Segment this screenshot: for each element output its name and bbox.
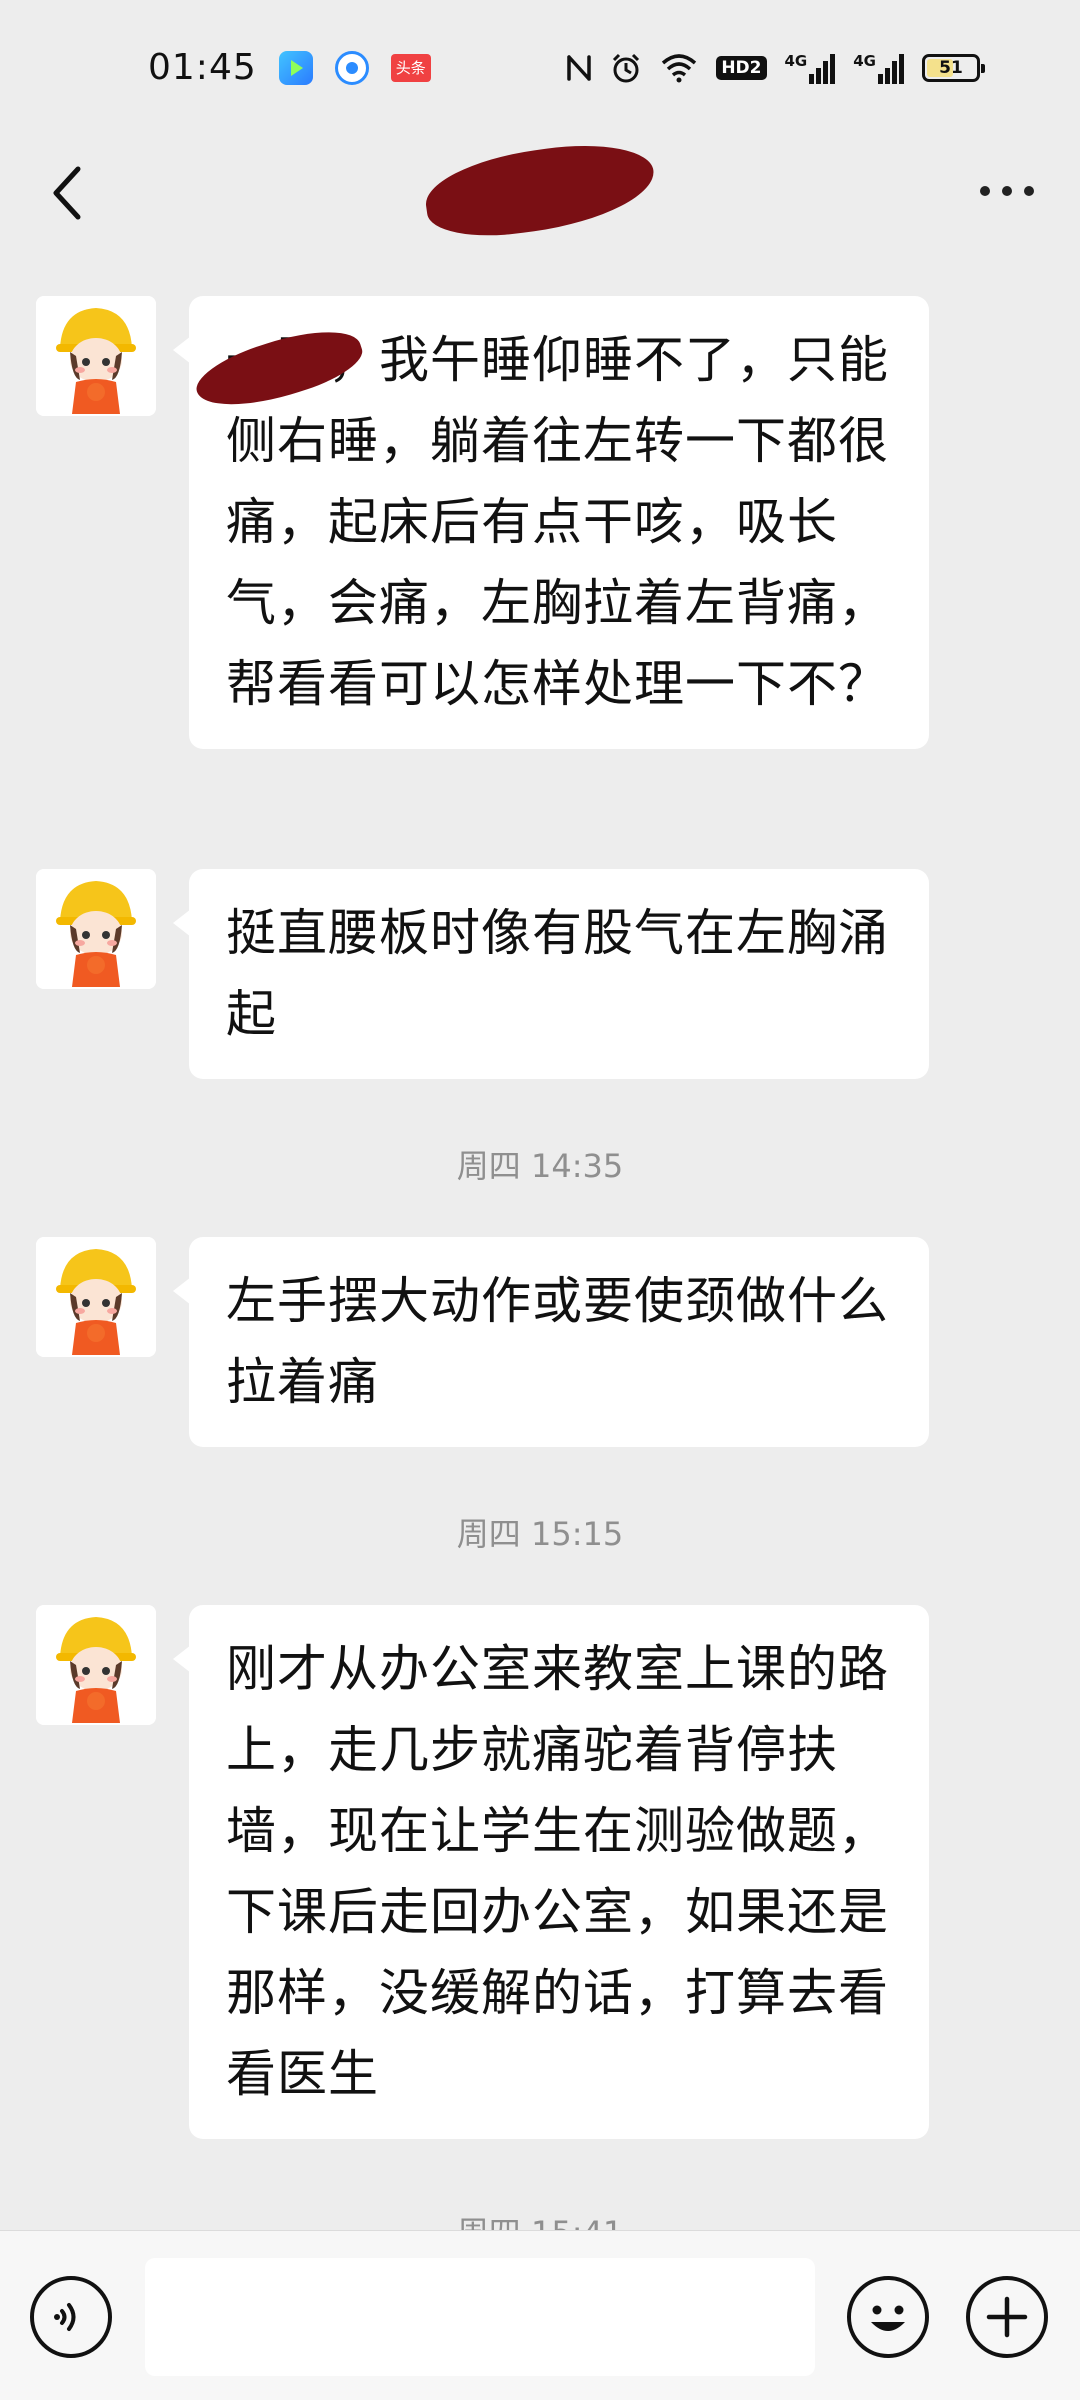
browser-app-icon [334, 50, 369, 85]
message-list[interactable]: 一哥，我午睡仰睡不了，只能侧右睡，躺着往左转一下都很痛，起床后有点干咳，吸长气，… [0, 253, 1080, 2230]
more-functions-button[interactable] [966, 2276, 1048, 2358]
battery-percent: 51 [939, 57, 963, 78]
status-right: HD2 4G 4G 51 [566, 52, 985, 84]
more-options-button[interactable] [972, 171, 1042, 211]
status-left: 01:45 头条 [148, 47, 431, 88]
battery-icon: 51 [922, 53, 985, 82]
message-row: 一哥，我午睡仰睡不了，只能侧右睡，躺着往左转一下都很痛，起床后有点干咳，吸长气，… [0, 296, 1080, 836]
signal-icon-1: 4G [785, 52, 836, 84]
back-button[interactable] [38, 161, 98, 225]
contact-avatar[interactable] [36, 869, 156, 989]
message-row: 左手摆大动作或要使颈做什么拉着痛 [0, 1237, 1080, 1449]
voice-icon [54, 2303, 76, 2331]
chat-input-bar [0, 2230, 1080, 2400]
girl-avatar-icon [36, 1605, 156, 1725]
chevron-left-icon [53, 166, 81, 220]
girl-avatar-icon [36, 1237, 156, 1357]
girl-avatar-icon [36, 869, 156, 989]
timestamp-divider: 周四 14:35 [456, 1147, 624, 1185]
signal-icon-2: 4G [853, 52, 904, 84]
contact-avatar[interactable] [36, 1605, 156, 1725]
wifi-icon [660, 53, 698, 83]
plus-icon [986, 2296, 1028, 2338]
nfc-icon [566, 53, 592, 83]
message-bubble[interactable]: 挺直腰板时像有股气在左胸涌起 [173, 869, 929, 1079]
signal-label-2: 4G [853, 51, 876, 70]
emoji-icon [871, 2305, 905, 2331]
more-dots-icon [980, 186, 990, 196]
message-bubble[interactable]: 刚才从办公室来教室上课的路上，走几步就痛驼着背停扶墙，现在让学生在测验做题，下课… [173, 1605, 929, 2139]
status-bar: 01:45 头条 HD2 4G 4G 51 [0, 0, 1080, 135]
voice-button[interactable] [30, 2276, 112, 2358]
timestamp-divider: 周四 15:41 [0, 2208, 1080, 2230]
message-text: 刚才从办公室来教室上课的路上，走几步就痛驼着背停扶墙，现在让学生在测验做题，下课… [226, 1640, 889, 2103]
girl-avatar-icon [36, 296, 156, 416]
alarm-icon [610, 52, 642, 84]
message-row: 刚才从办公室来教室上课的路上，走几步就痛驼着背停扶墙，现在让学生在测验做题，下课… [0, 1605, 1080, 2147]
toutiao-app-icon: 头条 [390, 53, 431, 82]
signal-label-1: 4G [784, 51, 808, 70]
message-row: 挺直腰板时像有股气在左胸涌起 [0, 869, 1080, 1081]
message-input[interactable] [145, 2258, 815, 2376]
emoji-button[interactable] [847, 2276, 929, 2358]
status-time: 01:45 [148, 47, 257, 88]
contact-avatar[interactable] [36, 296, 156, 416]
hd-voice-badge: HD2 [716, 55, 767, 80]
message-text: 一哥，我午睡仰睡不了，只能侧右睡，躺着往左转一下都很痛，起床后有点干咳，吸长气，… [226, 331, 889, 713]
message-bubble[interactable]: 左手摆大动作或要使颈做什么拉着痛 [173, 1237, 929, 1447]
video-app-icon [278, 50, 313, 85]
message-bubble[interactable]: 一哥，我午睡仰睡不了，只能侧右睡，躺着往左转一下都很痛，起床后有点干咳，吸长气，… [173, 296, 929, 749]
contact-avatar[interactable] [36, 1237, 156, 1357]
message-text: 挺直腰板时像有股气在左胸涌起 [226, 904, 889, 1043]
message-text: 左手摆大动作或要使颈做什么拉着痛 [226, 1272, 889, 1411]
timestamp-divider: 周四 15:15 [456, 1515, 624, 1553]
